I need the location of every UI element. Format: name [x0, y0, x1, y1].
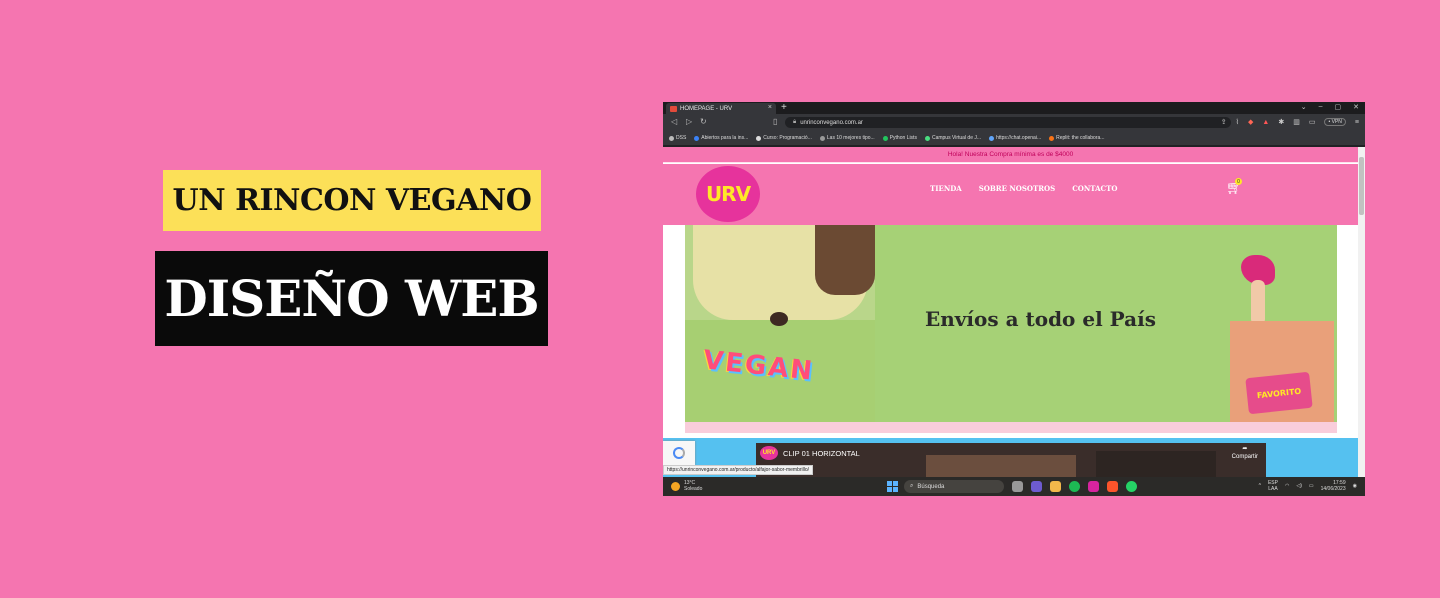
- bookmark-icon[interactable]: ▯: [773, 117, 777, 126]
- vpn-button[interactable]: • VPN: [1324, 118, 1346, 126]
- site-header: URV TIENDA SOBRE NOSOTROS CONTACTO 🛒︎ 0: [663, 164, 1358, 225]
- spotify-icon[interactable]: [1069, 481, 1080, 492]
- hero-title: Envíos a todo el País: [925, 307, 1156, 331]
- sun-icon: [671, 481, 680, 491]
- extensions-icon[interactable]: ✱: [1278, 118, 1284, 126]
- wifi-icon[interactable]: ◠: [1285, 483, 1289, 489]
- bookmark-item[interactable]: https://chat.openai...: [989, 135, 1041, 141]
- system-tray: ^ ESP LAA ◠ ◁) ▭ 17:59 14/06/2023 ◉: [1259, 480, 1357, 492]
- box-label: FAVORITO: [1245, 371, 1313, 415]
- arm-shape: [1251, 280, 1265, 325]
- title-diseno-web: DISEÑO WEB: [155, 251, 548, 346]
- pink-band: [685, 422, 1337, 433]
- web-page: Hola! Nuestra Compra mínima es de $4000 …: [663, 147, 1365, 477]
- bookmarks-bar: DSS Abiertos para la ins... Curso: Progr…: [663, 131, 1365, 145]
- file-explorer-icon[interactable]: [1050, 481, 1061, 492]
- search-label: Búsqueda: [917, 483, 945, 490]
- video-frame-shape-2: [1096, 451, 1216, 477]
- bookmark-item[interactable]: Replit: the collabora...: [1049, 135, 1104, 141]
- lang-layout: LAA: [1268, 486, 1278, 492]
- hero-banner[interactable]: VEGAN Envíos a todo el País FAVORITO: [685, 225, 1337, 422]
- tab-close-icon[interactable]: ×: [768, 104, 772, 111]
- battery-icon[interactable]: ▭: [1309, 483, 1314, 489]
- page-scrollbar[interactable]: [1358, 147, 1365, 477]
- tab-search-icon[interactable]: ⌄: [1301, 103, 1307, 111]
- video-frame-shape: [926, 455, 1076, 477]
- nav-tienda[interactable]: TIENDA: [930, 184, 962, 193]
- hair-shape: [815, 225, 875, 295]
- bookmark-item[interactable]: DSS: [669, 135, 686, 141]
- url-text: unrinconvegano.com.ar: [800, 119, 863, 126]
- sidebar-icon[interactable]: ▥: [1293, 118, 1300, 126]
- video-player[interactable]: URV CLIP 01 HORIZONTAL ➦ Compartir: [756, 443, 1266, 477]
- taskbar-apps: [1012, 481, 1137, 492]
- site-logo[interactable]: URV: [696, 166, 760, 222]
- minimum-purchase-notice: Hola! Nuestra Compra mínima es de $4000: [663, 147, 1358, 163]
- new-tab-icon[interactable]: +: [781, 102, 787, 113]
- video-title[interactable]: CLIP 01 HORIZONTAL: [783, 449, 860, 458]
- tab-title: HOMEPAGE - URV: [680, 105, 733, 112]
- nav-sobre-nosotros[interactable]: SOBRE NOSOTROS: [979, 184, 1056, 193]
- windows-start-icon[interactable]: [887, 481, 898, 492]
- wallet-icon[interactable]: ▭: [1309, 118, 1316, 126]
- bookmark-item[interactable]: Python Lists: [882, 135, 917, 141]
- window-controls: ⌄ – ▢ ✕: [1301, 103, 1359, 111]
- recaptcha-badge[interactable]: [663, 441, 695, 465]
- video-channel-logo[interactable]: URV: [760, 446, 778, 460]
- title-un-rincon-vegano: UN RINCON VEGANO: [163, 170, 541, 231]
- bookmark-item[interactable]: Campus Virtual de J...: [924, 135, 981, 141]
- taskbar-search[interactable]: ⌕ Búsqueda: [904, 480, 1004, 493]
- forward-icon[interactable]: ▷: [686, 117, 692, 126]
- nav-contacto[interactable]: CONTACTO: [1072, 184, 1117, 193]
- windows-taskbar: 13°C Soleado ⌕ Búsqueda ^ ESP LAA ◠ ◁) ▭…: [663, 477, 1365, 496]
- favicon-icon: [670, 105, 677, 112]
- address-bar-row: ◁ ▷ ↻ ▯ 🔒︎ unrinconvegano.com.ar ⇪ ⌇ ◆ ▲…: [663, 114, 1365, 131]
- bookmark-item[interactable]: Las 10 mejores tipo...: [819, 135, 875, 141]
- whatsapp-icon[interactable]: [1126, 481, 1137, 492]
- hero-photo: VEGAN: [685, 225, 875, 422]
- brave-shield-icon[interactable]: ◆: [1248, 118, 1253, 126]
- menu-icon[interactable]: ≡: [1355, 119, 1359, 126]
- status-url: https://unrinconvegano.com.ar/producto/a…: [663, 465, 814, 475]
- video-share-button[interactable]: ➦ Compartir: [1232, 445, 1258, 461]
- cookie-shape: [770, 312, 788, 326]
- browser-tabbar: HOMEPAGE - URV × + ⌄ – ▢ ✕: [663, 102, 1365, 114]
- clock-date: 14/06/2023: [1320, 486, 1346, 492]
- share-arrow-icon: ➦: [1242, 446, 1248, 452]
- share-icon[interactable]: ⇪: [1221, 118, 1227, 126]
- brave-icon[interactable]: [1107, 481, 1118, 492]
- bookmark-item[interactable]: Abiertos para la ins...: [694, 135, 748, 141]
- minimize-icon[interactable]: –: [1319, 103, 1323, 111]
- url-field[interactable]: 🔒︎ unrinconvegano.com.ar: [785, 117, 1231, 128]
- cart-count-badge: 0: [1235, 178, 1242, 185]
- teams-icon[interactable]: [1031, 481, 1042, 492]
- instagram-icon[interactable]: [1088, 481, 1099, 492]
- tray-chevron-icon[interactable]: ^: [1259, 483, 1261, 489]
- toolbar-icons: ⇪ ⌇ ◆ ▲ ✱ ▥ ▭ • VPN ≡: [1221, 118, 1359, 126]
- recaptcha-icon: [673, 447, 685, 459]
- maximize-icon[interactable]: ▢: [1335, 103, 1342, 111]
- clock[interactable]: 17:59 14/06/2023: [1321, 480, 1346, 492]
- brave-rewards-icon[interactable]: ▲: [1262, 119, 1269, 126]
- weather-widget[interactable]: 13°C Soleado: [671, 480, 702, 492]
- share-label: Compartir: [1231, 454, 1258, 460]
- reload-icon[interactable]: ↻: [700, 117, 707, 126]
- search-icon: ⌕: [910, 483, 914, 489]
- back-icon[interactable]: ◁: [671, 117, 677, 126]
- language-indicator[interactable]: ESP LAA: [1268, 480, 1278, 492]
- browser-tab[interactable]: HOMEPAGE - URV ×: [666, 103, 776, 114]
- lock-icon: 🔒︎: [793, 119, 797, 125]
- notification-icon[interactable]: ◉: [1353, 483, 1357, 489]
- bookmark-item[interactable]: Curso: Programació...: [756, 135, 812, 141]
- rss-icon[interactable]: ⌇: [1236, 118, 1239, 126]
- weather-desc: Soleado: [684, 486, 703, 492]
- close-window-icon[interactable]: ✕: [1353, 103, 1359, 111]
- website-screenshot: HOMEPAGE - URV × + ⌄ – ▢ ✕ ◁ ▷ ↻ ▯ 🔒︎ un…: [663, 102, 1365, 496]
- main-nav: TIENDA SOBRE NOSOTROS CONTACTO: [930, 184, 1117, 193]
- task-view-icon[interactable]: [1012, 481, 1023, 492]
- scrollbar-thumb[interactable]: [1359, 157, 1364, 215]
- volume-icon[interactable]: ◁): [1296, 483, 1302, 489]
